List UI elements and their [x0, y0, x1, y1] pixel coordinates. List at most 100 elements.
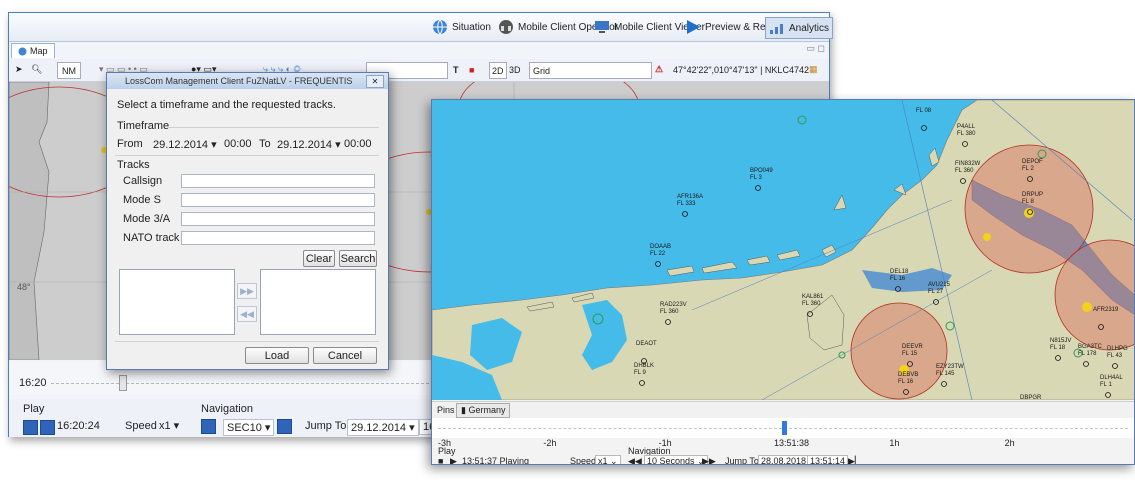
- aircraft-track[interactable]: N815JVFL 18: [1050, 338, 1071, 361]
- mode-3a-input[interactable]: [181, 212, 375, 226]
- aircraft-flight-level: FL 3: [750, 175, 762, 181]
- stop-record-icon[interactable]: ■: [469, 62, 474, 77]
- from-date-select[interactable]: 29.12.2014 ▾: [153, 138, 217, 151]
- timeline-slider-thumb[interactable]: [119, 375, 127, 391]
- map-tab[interactable]: Map: [11, 43, 55, 58]
- divider: [115, 341, 379, 342]
- available-tracks-list[interactable]: [119, 269, 235, 335]
- clear-button[interactable]: Clear: [303, 250, 335, 267]
- aircraft-track[interactable]: DEAOT: [636, 341, 657, 364]
- stop-button[interactable]: [23, 420, 38, 435]
- latitude-label: 48°: [17, 282, 31, 292]
- dialog-close-button[interactable]: ✕: [366, 75, 384, 88]
- aircraft-symbol-icon: [1105, 392, 1111, 398]
- aircraft-track[interactable]: DBPGR: [1020, 395, 1042, 400]
- timeline-labels: -3h -2h -1h 13:51:38 1h 2h: [432, 438, 1134, 448]
- headset-icon: [499, 20, 513, 34]
- replay-window: BPO049 FL 3 AFR136A FL 333 DOAAB FL 22 RAD223V…: [431, 99, 1135, 465]
- aircraft-track[interactable]: BGA3TCFL 178: [1078, 344, 1103, 367]
- aircraft-track[interactable]: KAL861FL 360: [802, 294, 824, 317]
- callsign-input[interactable]: [181, 174, 375, 188]
- grid-select[interactable]: Grid: [529, 62, 652, 79]
- tab-window-controls[interactable]: ▭ ◻: [807, 43, 825, 54]
- replay-timeline[interactable]: [432, 418, 1134, 438]
- aircraft-track[interactable]: DOAABFL 22: [650, 244, 671, 267]
- aircraft-track[interactable]: DEL18FL 16: [890, 269, 909, 292]
- navigation-value: 10 Seconds: [647, 456, 695, 465]
- aircraft-track[interactable]: AFR136AFL 333: [677, 194, 703, 217]
- cancel-button[interactable]: Cancel: [313, 347, 377, 364]
- mode-s-input[interactable]: [181, 193, 375, 207]
- calendar-icon[interactable]: ▦: [809, 62, 818, 77]
- mode-s-label: Mode S: [123, 194, 161, 206]
- navigation-select[interactable]: 10 Seconds ⌄: [644, 455, 708, 465]
- add-track-button[interactable]: ▶▶: [237, 283, 257, 299]
- unit-selector[interactable]: NM: [57, 62, 81, 79]
- search-button[interactable]: Search: [339, 250, 377, 267]
- double-right-arrow-icon: ▶▶: [240, 285, 254, 296]
- jump-to-label: Jump To: [725, 456, 759, 465]
- nato-track-input[interactable]: [181, 231, 375, 245]
- selected-tracks-list[interactable]: [260, 269, 376, 335]
- aircraft-flight-level: FL 27: [928, 289, 944, 295]
- navigation-select[interactable]: SEC10 ▾: [223, 419, 275, 436]
- replay-map[interactable]: BPO049 FL 3 AFR136A FL 333 DOAAB FL 22 RAD223V…: [432, 100, 1134, 400]
- aircraft-track[interactable]: DEBVBFL 16: [898, 372, 918, 395]
- jump-go-button[interactable]: ▶▏: [848, 456, 862, 464]
- aircraft-callsign: EZY23TW: [936, 364, 964, 370]
- mode-3d-button[interactable]: 3D: [509, 62, 521, 77]
- to-date-select[interactable]: 29.12.2014 ▾: [277, 138, 341, 151]
- situation-button[interactable]: Situation: [429, 17, 494, 37]
- aircraft-symbol-icon: [903, 389, 909, 395]
- aircraft-track[interactable]: BPO049FL 3: [750, 168, 773, 191]
- aircraft-flight-level: FL 360: [802, 301, 821, 307]
- aircraft-symbol-icon: [921, 125, 927, 131]
- aircraft-track[interactable]: RAD223VFL 360: [660, 302, 687, 325]
- play-button[interactable]: ▶: [450, 456, 457, 464]
- aircraft-track[interactable]: P4ALLFL 380: [957, 124, 976, 147]
- forward-button[interactable]: ▶▶: [702, 456, 716, 464]
- speed-select[interactable]: x1 ⌄: [595, 455, 621, 464]
- pointer-icon[interactable]: ➤: [15, 62, 23, 77]
- from-label: From: [117, 138, 143, 150]
- timeline-current-marker[interactable]: [782, 421, 787, 435]
- aircraft-track[interactable]: DLHPGFL 43: [1107, 346, 1128, 369]
- rewind-button[interactable]: ◀◀: [628, 456, 642, 464]
- play-button[interactable]: [40, 420, 55, 435]
- dialog-title-bar: LossCom Management Client FuZNatLV - FRE…: [107, 73, 388, 89]
- analytics-icon: [770, 24, 783, 34]
- from-time-field[interactable]: 00:00: [224, 138, 252, 150]
- timeline-tick-label: 2h: [1004, 438, 1015, 448]
- aircraft-track[interactable]: FL 08: [916, 108, 932, 131]
- zoom-icon[interactable]: 🔍︎: [31, 62, 42, 77]
- to-time-field[interactable]: 00:00: [344, 138, 372, 150]
- aircraft-track[interactable]: DHBLKFL 9: [634, 363, 654, 386]
- forward-button[interactable]: [277, 419, 292, 434]
- aircraft-track[interactable]: DEPOFFL 2: [1022, 159, 1043, 182]
- speed-select[interactable]: x1 ▾: [159, 419, 179, 432]
- aircraft-flight-level: FL 16: [890, 276, 906, 282]
- coordinate-readout: 47°42'22",010°47'13" | NKLC4742: [673, 64, 809, 75]
- aircraft-track[interactable]: DRPUPFL 8: [1022, 192, 1043, 215]
- aircraft-flight-level: FL 22: [650, 251, 666, 257]
- aircraft-track[interactable]: AFR2319: [1093, 307, 1119, 330]
- analytics-button[interactable]: Analytics: [765, 17, 834, 39]
- mode-2d-button[interactable]: 2D: [489, 62, 507, 79]
- aircraft-track[interactable]: DLH4ALFL 1: [1100, 375, 1123, 398]
- stop-button[interactable]: ■: [438, 456, 443, 464]
- load-button[interactable]: Load: [245, 347, 309, 364]
- aircraft-track[interactable]: EZY23TWFL 145: [936, 364, 964, 387]
- rewind-button[interactable]: [201, 419, 216, 434]
- text-tool[interactable]: T: [453, 62, 459, 77]
- aircraft-track[interactable]: FIN832WFL 360: [955, 161, 981, 184]
- globe-icon: [18, 47, 27, 55]
- aircraft-symbol-icon: [933, 299, 939, 305]
- pin-germany[interactable]: ▮ Germany: [456, 403, 511, 418]
- jump-time-field[interactable]: 13:51:14: [807, 455, 849, 464]
- remove-track-button[interactable]: ◀◀: [237, 306, 257, 322]
- aircraft-track[interactable]: AVU215FL 27: [928, 282, 951, 305]
- aircraft-flight-level: FL 15: [902, 351, 918, 357]
- aircraft-track[interactable]: DEEVRFL 15: [902, 344, 923, 367]
- speed-value: x1: [159, 420, 171, 432]
- jump-date-select[interactable]: 29.12.2014 ▾: [347, 419, 419, 436]
